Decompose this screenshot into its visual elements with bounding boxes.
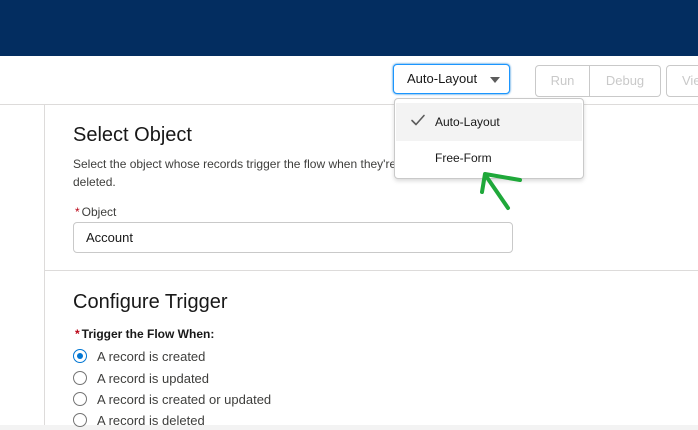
radio-option-created-or-updated[interactable]: A record is created or updated [73,389,271,409]
layout-mode-dropdown: Auto-Layout Free-Form [394,98,584,179]
radio-option-label: A record is deleted [97,412,205,428]
run-button[interactable]: Run [535,65,590,97]
layout-mode-select-value: Auto-Layout [407,71,478,86]
required-asterisk: * [75,205,80,219]
radio-option-label: A record is created [97,348,206,364]
view-button[interactable]: Vie [666,65,698,97]
configure-trigger-title: Configure Trigger [73,291,228,313]
dropdown-option-label: Auto-Layout [435,115,500,129]
run-debug-button-group: Run Debug [535,65,661,97]
dropdown-option-auto-layout[interactable]: Auto-Layout [396,103,582,141]
global-header [0,0,698,56]
select-object-help-line-1: Select the object whose records trigger … [73,157,397,171]
select-object-help: Select the object whose records trigger … [73,155,403,191]
annotation-arrow-icon [480,172,522,210]
radio-option-created[interactable]: A record is created [73,346,205,366]
radio-option-label: A record is created or updated [97,391,272,407]
layout-mode-select[interactable]: Auto-Layout [393,64,510,94]
object-field-label: * Object [75,205,116,219]
check-icon [411,114,425,126]
required-asterisk: * [75,327,80,341]
select-object-title: Select Object [73,124,192,146]
trigger-when-label-text: Trigger the Flow When: [81,327,215,341]
debug-button[interactable]: Debug [590,65,661,97]
select-object-help-line-2: deleted. [73,175,116,189]
radio-button[interactable] [73,392,87,406]
trigger-when-label: * Trigger the Flow When: [75,327,214,341]
radio-option-deleted[interactable]: A record is deleted [73,410,205,430]
radio-button[interactable] [73,371,87,385]
radio-option-label: A record is updated [97,370,210,386]
radio-option-updated[interactable]: A record is updated [73,368,209,388]
object-field-label-text: Object [81,205,117,219]
canvas-left-rail [0,105,45,425]
radio-button-checked[interactable] [73,349,87,363]
caret-down-icon [490,77,500,83]
object-input[interactable]: Account [73,222,513,253]
section-divider [45,270,698,271]
